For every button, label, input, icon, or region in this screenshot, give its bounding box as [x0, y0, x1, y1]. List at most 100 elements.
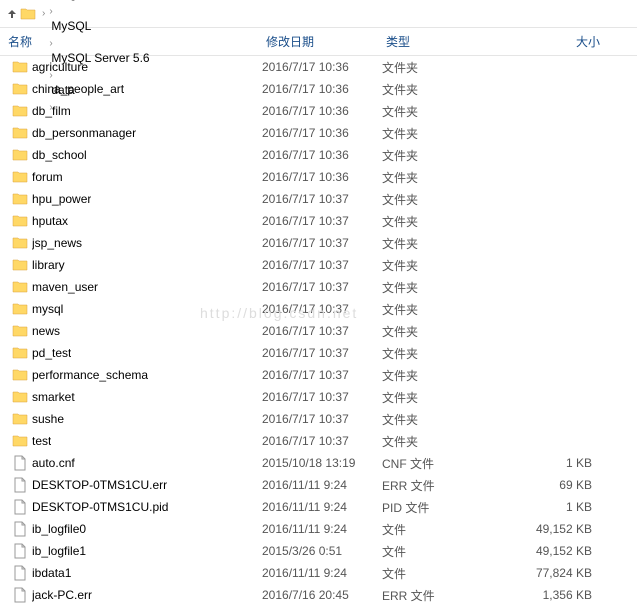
column-size[interactable]: 大小	[488, 29, 608, 54]
item-date: 2016/7/17 10:37	[262, 192, 382, 206]
item-type: CNF 文件	[382, 455, 492, 472]
item-type: ERR 文件	[382, 477, 492, 494]
list-item[interactable]: maven_user 2016/7/17 10:37文件夹	[0, 276, 637, 298]
item-size: 77,824 KB	[492, 566, 612, 580]
item-date: 2016/7/17 10:37	[262, 390, 382, 404]
item-type: 文件夹	[382, 81, 492, 98]
list-item[interactable]: ibdata12016/11/11 9:24文件77,824 KB	[0, 562, 637, 584]
column-name[interactable]: 名称	[0, 29, 258, 54]
item-date: 2016/7/17 10:37	[262, 214, 382, 228]
item-date: 2016/11/11 9:24	[262, 566, 382, 580]
item-date: 2016/7/17 10:37	[262, 258, 382, 272]
folder-icon	[12, 235, 28, 251]
folder-icon	[12, 169, 28, 185]
item-date: 2016/7/17 10:37	[262, 324, 382, 338]
list-item[interactable]: db_personmanager2016/7/17 10:36文件夹	[0, 122, 637, 144]
list-item[interactable]: ib_logfile02016/11/11 9:24文件49,152 KB	[0, 518, 637, 540]
item-size: 1,356 KB	[492, 588, 612, 602]
item-name: forum	[32, 170, 63, 184]
item-date: 2016/7/17 10:37	[262, 346, 382, 360]
list-item[interactable]: DESKTOP-0TMS1CU.pid2016/11/11 9:24PID 文件…	[0, 496, 637, 518]
item-name: news	[32, 324, 60, 338]
item-type: 文件夹	[382, 125, 492, 142]
list-item[interactable]: auto.cnf2015/10/18 13:19CNF 文件1 KB	[0, 452, 637, 474]
item-type: 文件夹	[382, 147, 492, 164]
item-type: 文件夹	[382, 191, 492, 208]
list-item[interactable]: sushe2016/7/17 10:37文件夹	[0, 408, 637, 430]
item-date: 2016/11/11 9:24	[262, 522, 382, 536]
item-size: 69 KB	[492, 478, 612, 492]
item-name: jack-PC.err	[32, 588, 92, 602]
list-item[interactable]: hputax 2016/7/17 10:37文件夹	[0, 210, 637, 232]
item-date: 2016/7/17 10:36	[262, 170, 382, 184]
chevron-right-icon[interactable]: ›	[40, 8, 47, 19]
list-item[interactable]: forum 2016/7/17 10:36文件夹	[0, 166, 637, 188]
item-name: pd_test	[32, 346, 71, 360]
breadcrumb-item[interactable]: Program Files	[47, 0, 153, 3]
folder-icon	[12, 345, 28, 361]
item-name: china_people_art	[32, 82, 124, 96]
list-item[interactable]: pd_test2016/7/17 10:37文件夹	[0, 342, 637, 364]
item-type: 文件夹	[382, 213, 492, 230]
item-date: 2016/7/17 10:36	[262, 82, 382, 96]
file-icon	[12, 455, 28, 471]
item-date: 2016/11/11 9:24	[262, 478, 382, 492]
item-type: 文件夹	[382, 301, 492, 318]
item-name: DESKTOP-0TMS1CU.pid	[32, 500, 168, 514]
folder-icon	[12, 213, 28, 229]
list-item[interactable]: smarket2016/7/17 10:37文件夹	[0, 386, 637, 408]
item-size: 1 KB	[492, 456, 612, 470]
breadcrumb[interactable]: › 此电脑›本地磁盘 (C:)›Program Files›MySQL›MySQ…	[0, 0, 637, 28]
list-item[interactable]: ib_logfile12015/3/26 0:51文件49,152 KB	[0, 540, 637, 562]
item-name: ib_logfile0	[32, 522, 86, 536]
folder-icon	[12, 103, 28, 119]
item-name: maven_user	[32, 280, 98, 294]
list-item[interactable]: news2016/7/17 10:37文件夹	[0, 320, 637, 342]
item-size: 49,152 KB	[492, 522, 612, 536]
list-item[interactable]: test2016/7/17 10:37文件夹	[0, 430, 637, 452]
item-name: db_film	[32, 104, 71, 118]
column-type[interactable]: 类型	[378, 29, 488, 54]
item-type: 文件夹	[382, 411, 492, 428]
folder-icon	[12, 191, 28, 207]
item-date: 2016/7/17 10:37	[262, 280, 382, 294]
list-item[interactable]: library2016/7/17 10:37文件夹	[0, 254, 637, 276]
item-date: 2016/7/17 10:36	[262, 104, 382, 118]
file-list: agriculture2016/7/17 10:36文件夹china_peopl…	[0, 56, 637, 606]
folder-icon	[20, 6, 36, 22]
item-type: ERR 文件	[382, 587, 492, 604]
list-item[interactable]: agriculture2016/7/17 10:36文件夹	[0, 56, 637, 78]
folder-icon	[12, 257, 28, 273]
folder-icon	[12, 389, 28, 405]
list-item[interactable]: mysql2016/7/17 10:37文件夹	[0, 298, 637, 320]
item-name: hpu_power	[32, 192, 91, 206]
item-date: 2016/7/17 10:37	[262, 412, 382, 426]
item-date: 2015/3/26 0:51	[262, 544, 382, 558]
item-date: 2016/7/17 10:36	[262, 60, 382, 74]
item-size: 49,152 KB	[492, 544, 612, 558]
up-arrow-icon[interactable]	[4, 6, 20, 22]
file-icon	[12, 499, 28, 515]
list-item[interactable]: jsp_news2016/7/17 10:37文件夹	[0, 232, 637, 254]
folder-icon	[12, 59, 28, 75]
item-type: 文件夹	[382, 169, 492, 186]
list-item[interactable]: hpu_power 2016/7/17 10:37文件夹	[0, 188, 637, 210]
file-icon	[12, 477, 28, 493]
list-item[interactable]: performance_schema2016/7/17 10:37文件夹	[0, 364, 637, 386]
item-date: 2016/11/11 9:24	[262, 500, 382, 514]
folder-icon	[12, 125, 28, 141]
item-name: hputax	[32, 214, 68, 228]
column-date[interactable]: 修改日期	[258, 29, 378, 54]
list-item[interactable]: db_school2016/7/17 10:36文件夹	[0, 144, 637, 166]
item-name: db_personmanager	[32, 126, 136, 140]
list-item[interactable]: DESKTOP-0TMS1CU.err2016/11/11 9:24ERR 文件…	[0, 474, 637, 496]
item-type: 文件夹	[382, 279, 492, 296]
chevron-right-icon[interactable]: ›	[47, 6, 54, 17]
item-name: mysql	[32, 302, 63, 316]
list-item[interactable]: jack-PC.err2016/7/16 20:45ERR 文件1,356 KB	[0, 584, 637, 606]
list-item[interactable]: db_film2016/7/17 10:36文件夹	[0, 100, 637, 122]
folder-icon	[12, 411, 28, 427]
item-name: performance_schema	[32, 368, 148, 382]
item-date: 2016/7/17 10:36	[262, 148, 382, 162]
list-item[interactable]: china_people_art 2016/7/17 10:36文件夹	[0, 78, 637, 100]
